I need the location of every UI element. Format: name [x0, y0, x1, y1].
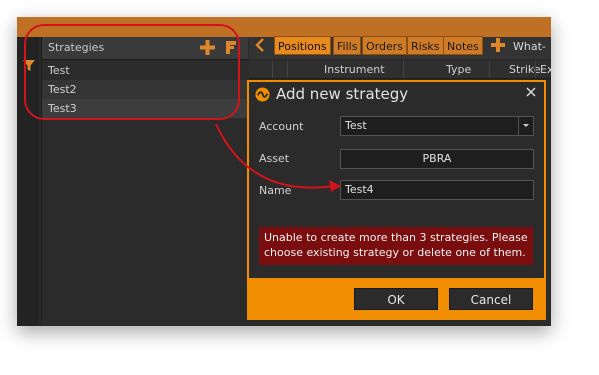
annotation-arrow [215, 123, 341, 192]
